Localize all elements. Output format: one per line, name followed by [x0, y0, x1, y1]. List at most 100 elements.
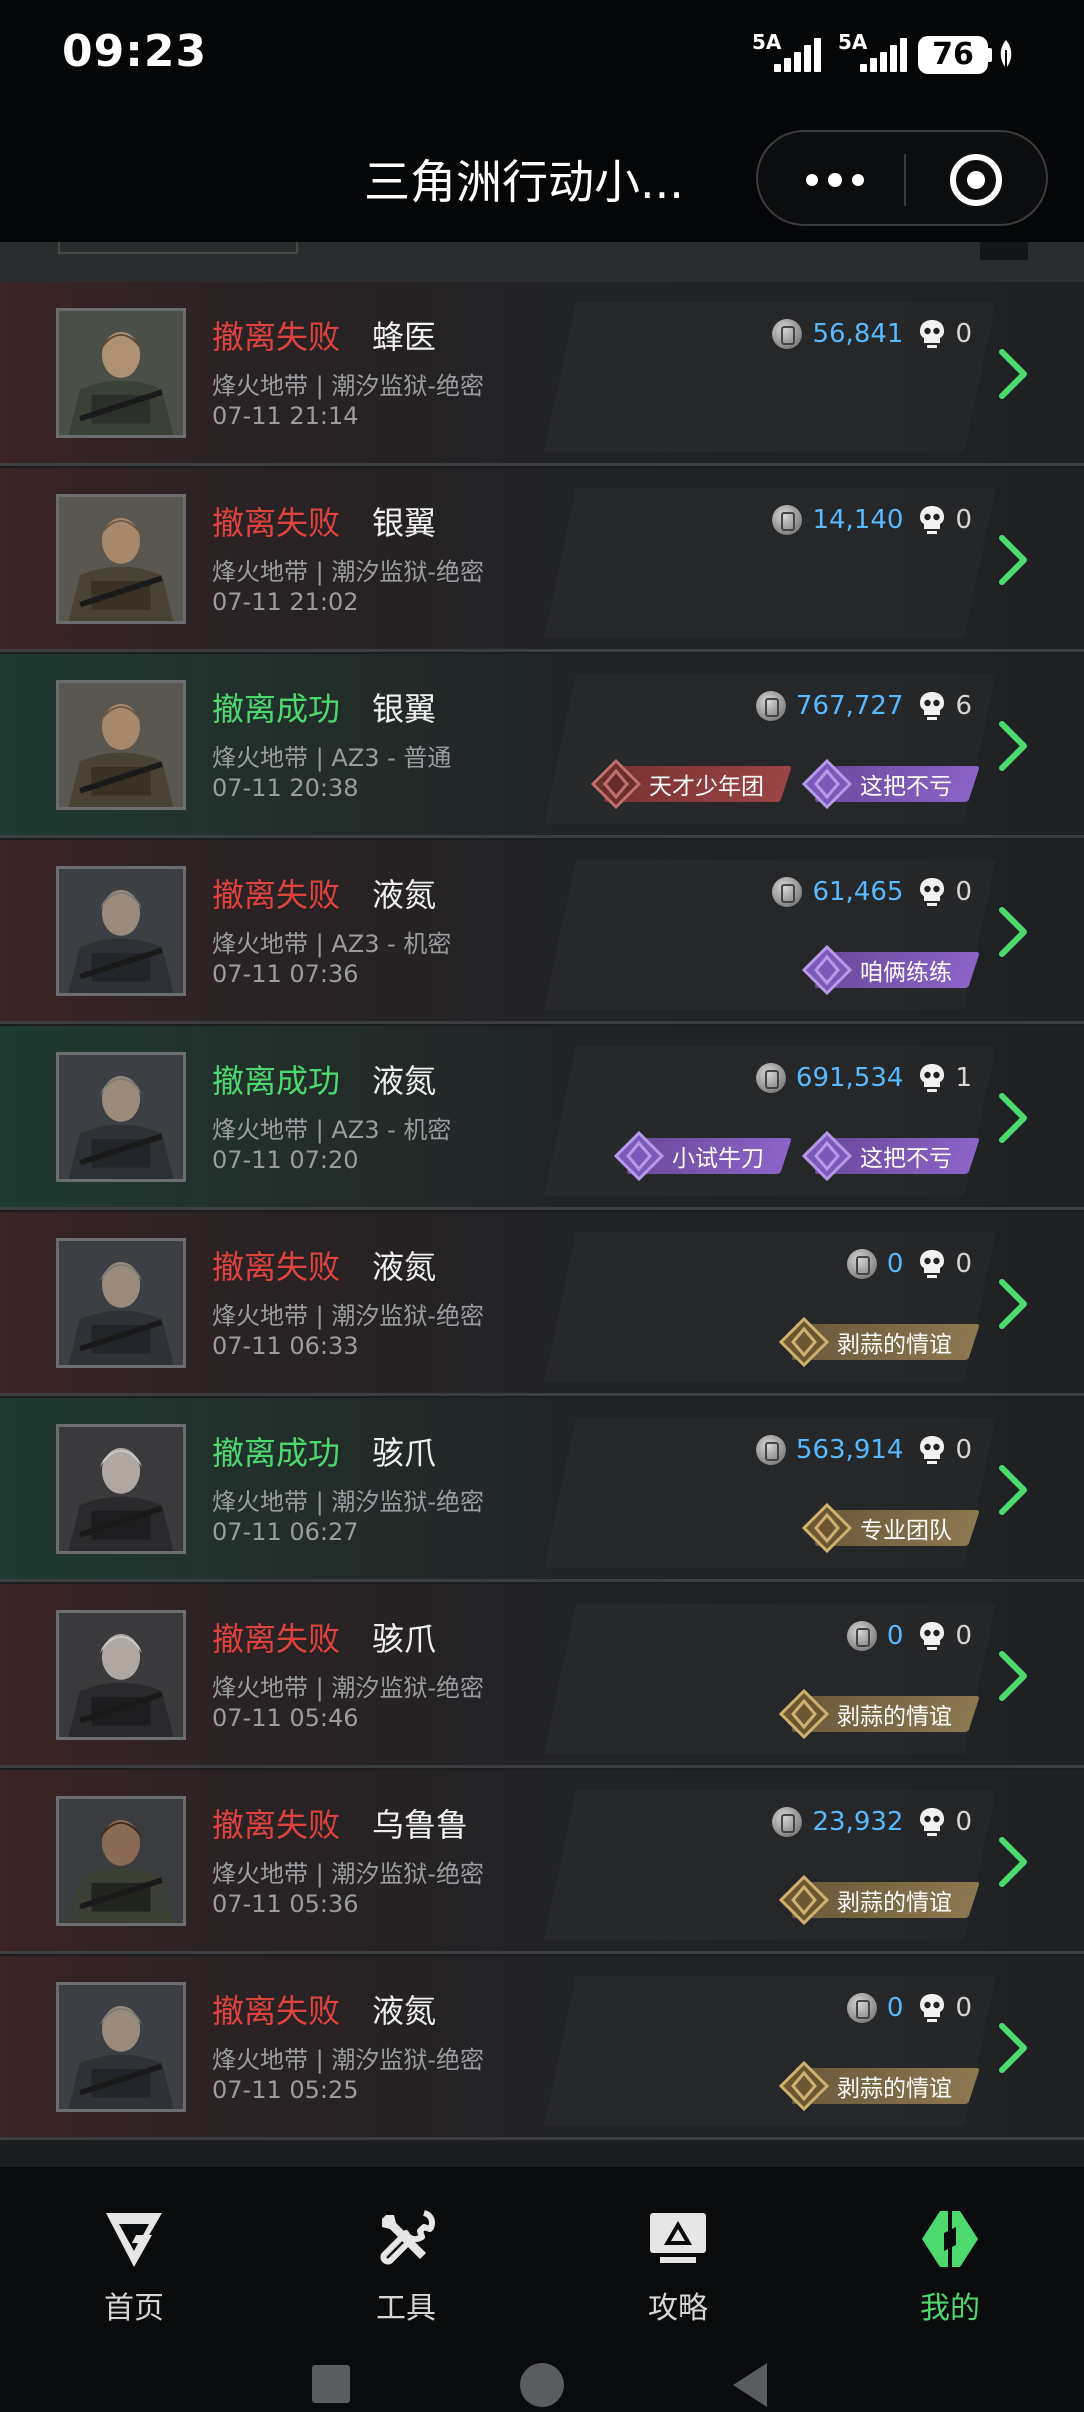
match-time: 07-11 05:46 — [212, 1704, 359, 1732]
map-mode: 烽火地带 | AZ3 - 机密 — [212, 1116, 452, 1144]
chevron-right-icon[interactable] — [994, 718, 1032, 774]
skull-icon — [919, 877, 945, 907]
page-title: 三角洲行动小... — [364, 155, 684, 209]
badge-label: 剥蒜的情谊 — [837, 1890, 952, 1916]
coin-icon — [772, 505, 803, 535]
skull-icon — [919, 1435, 945, 1465]
achievement-badge: 天才少年团 — [590, 758, 792, 810]
kill-count: 1 — [955, 1063, 972, 1093]
tab-profile[interactable]: 我的 — [870, 2207, 1030, 2327]
kill-count: 0 — [955, 1621, 972, 1651]
back-button[interactable] — [733, 2363, 767, 2407]
skull-icon — [919, 319, 945, 349]
match-record-row[interactable]: 撤离成功 骇爪 烽火地带 | 潮汐监狱-绝密 07-11 06:27 563,914 0 专… — [0, 1398, 1084, 1582]
match-stats: 23,932 0 — [772, 1802, 972, 1842]
badge-list: 剥蒜的情谊 — [778, 1874, 980, 1926]
match-record-row[interactable]: 撤离失败 银翼 烽火地带 | 潮汐监狱-绝密 07-11 21:02 14,140 0 — [0, 468, 1084, 652]
kill-count: 0 — [955, 505, 972, 535]
operator-name: 银翼 — [372, 504, 437, 542]
chevron-right-icon[interactable] — [994, 532, 1032, 588]
skull-icon — [919, 1807, 945, 1837]
tab-tools[interactable]: 工具 — [326, 2207, 486, 2327]
badge-list: 剥蒜的情谊 — [778, 2060, 980, 2112]
match-stats: 56,841 0 — [772, 314, 972, 354]
chevron-right-icon[interactable] — [994, 1834, 1032, 1890]
match-record-row[interactable]: 撤离失败 液氮 烽火地带 | 潮汐监狱-绝密 07-11 06:33 0 0 剥蒜的情谊 — [0, 1212, 1084, 1396]
close-target-icon[interactable] — [950, 154, 1002, 206]
clock: 09:23 — [62, 26, 208, 77]
operator-name: 骇爪 — [372, 1620, 437, 1658]
match-record-list[interactable]: 撤离失败 蜂医 烽火地带 | 潮汐监狱-绝密 07-11 21:14 56,841 0 撤离… — [0, 242, 1084, 2166]
map-mode: 烽火地带 | 潮汐监狱-绝密 — [212, 1302, 485, 1330]
badge-label: 小试牛刀 — [672, 1146, 764, 1172]
home-button[interactable] — [520, 2363, 564, 2407]
match-record-row[interactable]: 撤离失败 蜂医 烽火地带 | 潮汐监狱-绝密 07-11 21:14 56,841 0 — [0, 282, 1084, 466]
extraction-status: 撤离失败 — [212, 1248, 341, 1286]
loot-value: 691,534 — [795, 1063, 904, 1093]
skull-icon — [919, 1993, 945, 2023]
chevron-right-icon[interactable] — [994, 1648, 1032, 1704]
kill-count: 0 — [955, 1249, 972, 1279]
list-header-remnant — [0, 242, 1084, 282]
more-icon[interactable] — [806, 162, 906, 198]
badge-emblem-icon — [778, 1688, 830, 1740]
operator-avatar — [56, 1052, 186, 1182]
loot-value: 61,465 — [812, 877, 904, 907]
match-stats: 00 — [846, 1988, 972, 2028]
match-time: 07-11 20:38 — [212, 774, 359, 802]
loot-value: 14,140 — [812, 505, 904, 535]
loot-value: 56,841 — [812, 319, 904, 349]
loot-value: 23,932 — [812, 1807, 904, 1837]
achievement-badge: 剥蒜的情谊 — [778, 1874, 980, 1926]
match-record-row[interactable]: 撤离失败 骇爪 烽火地带 | 潮汐监狱-绝密 07-11 05:46 0 0 剥蒜的情谊 — [0, 1584, 1084, 1768]
operator-name: 骇爪 — [372, 1434, 437, 1472]
extraction-status: 撤离失败 — [212, 504, 341, 542]
loot-value: 563,914 — [795, 1435, 904, 1465]
operator-name: 蜂医 — [372, 318, 437, 356]
achievement-badge: 专业团队 — [801, 1502, 980, 1554]
recents-button[interactable] — [312, 2365, 350, 2403]
badge-label: 这把不亏 — [860, 774, 952, 800]
match-time: 07-11 06:33 — [212, 1332, 359, 1360]
signal-1: 5A — [752, 30, 824, 74]
kill-count: 0 — [955, 1807, 972, 1837]
match-stats: 767,727 6 — [755, 686, 972, 726]
coin-icon — [772, 319, 803, 349]
extraction-status: 撤离失败 — [212, 1620, 341, 1658]
signal-2: 5A — [838, 30, 910, 74]
badge-label: 剥蒜的情谊 — [837, 2076, 952, 2102]
battery-tip — [988, 48, 992, 62]
match-record-row[interactable]: 撤离失败 液氮 烽火地带 | AZ3 - 机密 07-11 07:36 61,465 0 咱… — [0, 840, 1084, 1024]
map-mode: 烽火地带 | 潮汐监狱-绝密 — [212, 372, 485, 400]
achievement-badge: 咱俩练练 — [801, 944, 980, 996]
map-mode: 烽火地带 | 潮汐监狱-绝密 — [212, 2046, 485, 2074]
extraction-status: 撤离失败 — [212, 1992, 341, 2030]
match-record-row[interactable]: 撤离失败 液氮 烽火地带 | 潮汐监狱-绝密 07-11 05:25 0 0 剥蒜的情谊 — [0, 1956, 1084, 2140]
operator-avatar — [56, 308, 186, 438]
status-bar: 09:23 5A 5A 76 — [0, 0, 1084, 112]
match-record-row[interactable]: 撤离成功 银翼 烽火地带 | AZ3 - 普通 07-11 20:38 767,727 6… — [0, 654, 1084, 838]
operator-name: 液氮 — [372, 1062, 437, 1100]
chevron-right-icon[interactable] — [994, 346, 1032, 402]
coin-icon — [755, 691, 786, 721]
skull-icon — [919, 1249, 945, 1279]
match-record-row[interactable]: 撤离成功 液氮 烽火地带 | AZ3 - 机密 07-11 07:20 691,534 1… — [0, 1026, 1084, 1210]
operator-name: 液氮 — [372, 1992, 437, 2030]
chevron-right-icon[interactable] — [994, 904, 1032, 960]
chevron-right-icon[interactable] — [994, 1276, 1032, 1332]
badge-emblem-icon — [778, 2060, 830, 2112]
tab-guide[interactable]: 攻略 — [598, 2207, 758, 2327]
badge-emblem-icon — [778, 1316, 830, 1368]
chevron-right-icon[interactable] — [994, 2020, 1032, 2076]
home-logo-icon — [106, 2213, 162, 2267]
operator-avatar — [56, 1796, 186, 1926]
operator-name: 乌鲁鲁 — [372, 1806, 469, 1844]
signal-bars-icon — [860, 38, 907, 72]
coin-icon — [846, 1249, 877, 1279]
chevron-right-icon[interactable] — [994, 1090, 1032, 1146]
tab-home[interactable]: 首页 — [54, 2207, 214, 2327]
loot-value: 767,727 — [795, 691, 904, 721]
operator-avatar — [56, 680, 186, 810]
match-record-row[interactable]: 撤离失败 乌鲁鲁 烽火地带 | 潮汐监狱-绝密 07-11 05:36 23,932 0 剥… — [0, 1770, 1084, 1954]
chevron-right-icon[interactable] — [994, 1462, 1032, 1518]
